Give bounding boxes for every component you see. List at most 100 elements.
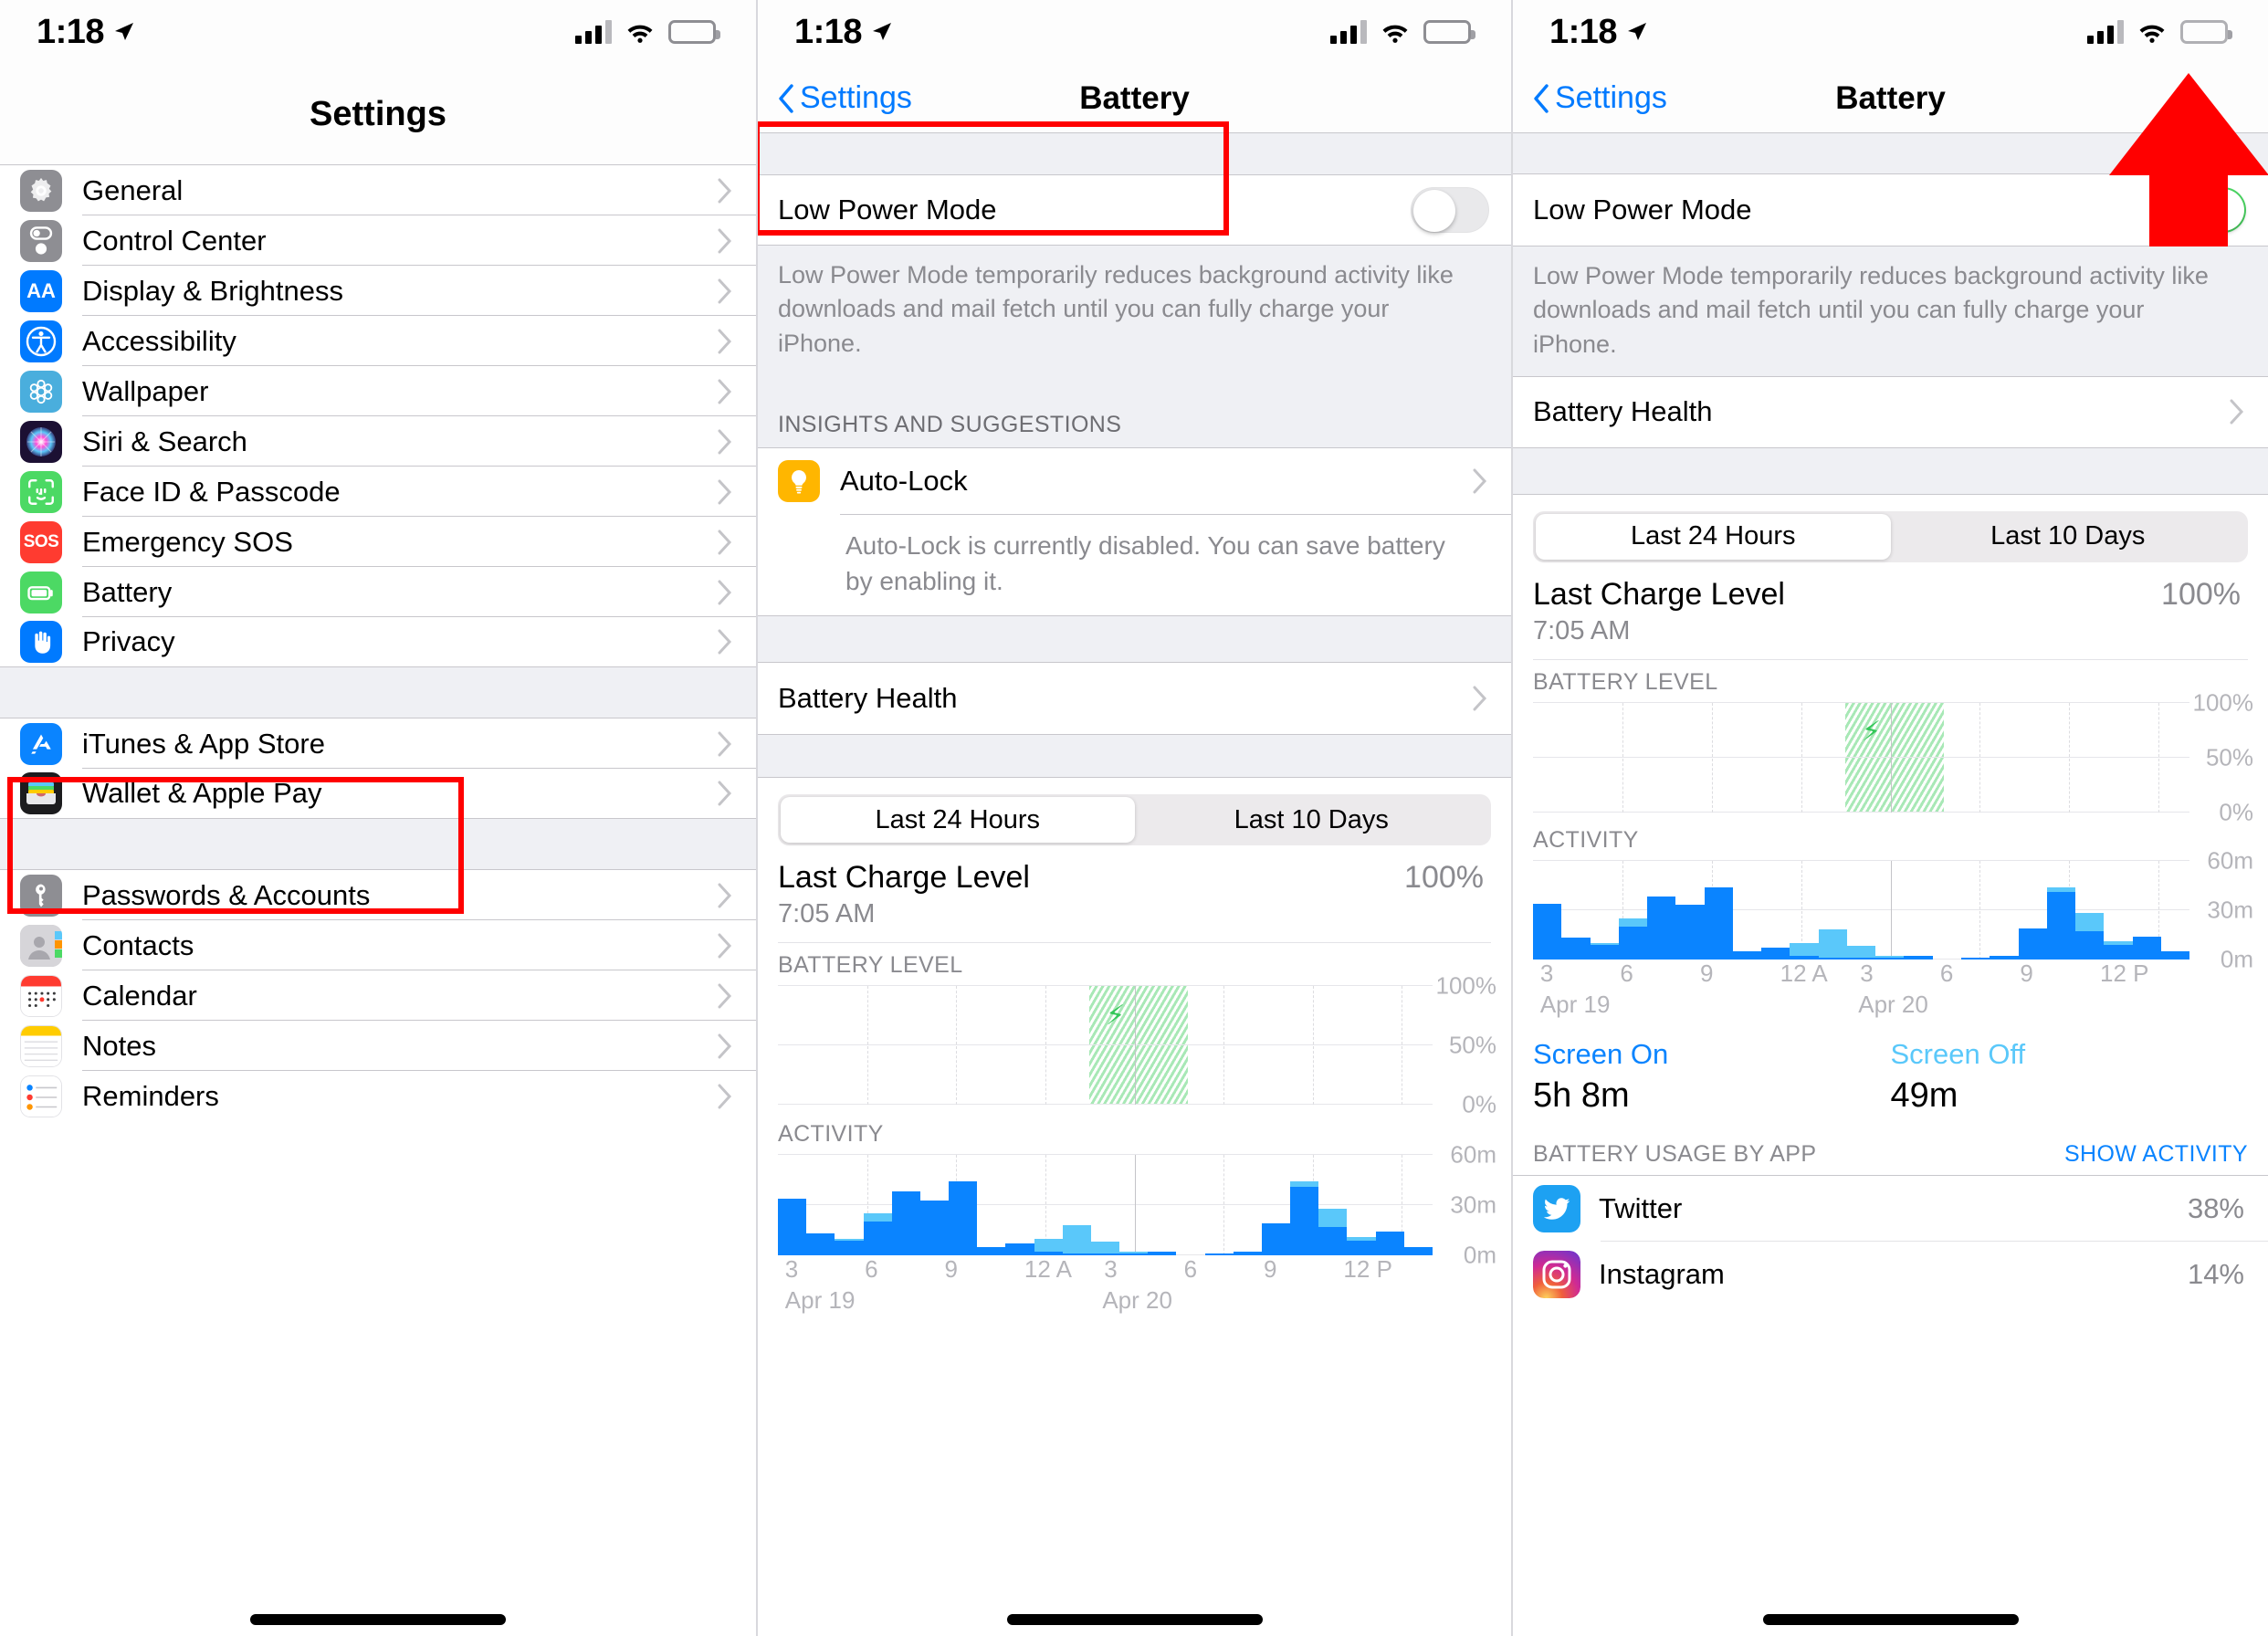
app-name: Instagram [1599, 1257, 1725, 1290]
segment-last-24-hours[interactable]: Last 24 Hours [781, 797, 1135, 844]
show-activity-button[interactable]: SHOW ACTIVITY [2064, 1141, 2248, 1168]
sidebar-item-display-brightness[interactable]: AA Display & Brightness [0, 266, 756, 316]
last-charge-level-label: Last Charge Level [1533, 576, 1785, 612]
battery-level-chart: BATTERY LEVEL 0% 50% 100% ⚡ [1513, 658, 2268, 825]
sidebar-item-label: Accessibility [82, 324, 236, 357]
low-power-mode-footnote: Low Power Mode temporarily reduces backg… [1533, 262, 2209, 358]
segment-last-10-days[interactable]: Last 10 Days [1135, 797, 1489, 843]
sidebar-item-label: Passwords & Accounts [82, 878, 371, 911]
chevron-right-icon [718, 933, 732, 958]
home-indicator [1762, 1614, 2019, 1625]
sidebar-item-face-id-passcode[interactable]: Face ID & Passcode [0, 467, 756, 517]
sidebar-item-wallet-apple-pay[interactable]: Wallet & Apple Pay [0, 769, 756, 819]
sidebar-item-control-center[interactable]: Control Center [0, 215, 756, 266]
list-item[interactable]: Instagram 14% [1513, 1241, 2268, 1307]
location-arrow-icon [1628, 23, 1647, 40]
low-power-mode-toggle[interactable] [1411, 187, 1489, 233]
x-axis-tick-label: 6 [865, 1255, 878, 1284]
sidebar-item-siri-search[interactable]: Siri & Search [0, 416, 756, 467]
auto-lock-row[interactable]: Auto-Lock [758, 446, 1511, 515]
screen-on-value: 5h 8m [1533, 1075, 1630, 1115]
time-range-segmented-control[interactable]: Last 24 Hours Last 10 Days [1533, 510, 2248, 562]
chevron-right-icon [718, 479, 732, 504]
battery-usage-header: BATTERY USAGE BY APP SHOW ACTIVITY [1513, 1121, 2268, 1175]
x-axis-tick-label: 12 P [2100, 959, 2149, 987]
status-bar-left: 1:18 [37, 13, 135, 52]
home-indicator [250, 1614, 506, 1625]
chevron-right-icon [718, 278, 732, 303]
status-bar-right [1330, 20, 1475, 44]
battery-level-caption: BATTERY LEVEL [778, 952, 963, 979]
sidebar-item-general[interactable]: General [0, 165, 756, 215]
sidebar-item-privacy[interactable]: Privacy [0, 617, 756, 667]
segment-last-10-days[interactable]: Last 10 Days [1891, 514, 2246, 560]
sidebar-item-wallpaper[interactable]: Wallpaper [0, 366, 756, 416]
wifi-icon [627, 25, 653, 43]
chevron-right-icon [1473, 686, 1487, 711]
settings-group-1: General Control Center AA Display & Brig… [0, 164, 756, 667]
panel-battery-low-power-off: 1:18 Settings Battery Low Power Mode Low… [756, 0, 1511, 1636]
red-up-arrow-annotation [2109, 73, 2268, 246]
sidebar-item-itunes-app-store[interactable]: iTunes & App Store [0, 718, 756, 769]
sidebar-item-calendar[interactable]: Calendar [0, 970, 756, 1021]
cellular-signal-icon [575, 20, 612, 44]
control-center-icon [20, 219, 62, 262]
sidebar-item-emergency-sos[interactable]: SOS Emergency SOS [0, 517, 756, 567]
app-percent: 38% [2187, 1191, 2244, 1224]
back-button-label: Settings [800, 80, 912, 115]
segment-last-24-hours[interactable]: Last 24 Hours [1536, 513, 1891, 560]
accessibility-icon [20, 320, 62, 362]
back-button[interactable]: Settings [1513, 80, 1667, 116]
axis-tick-label: 50% [1448, 1031, 1496, 1059]
location-arrow-icon [115, 23, 134, 40]
group-spacer [1513, 446, 2268, 495]
x-axis-tick-label: 12 A [1780, 959, 1828, 987]
activity-x-axis: 3 6 9 12 A 3 6 9 12 P [1533, 960, 2248, 991]
axis-tick-label: 30m [1450, 1190, 1496, 1219]
status-time: 1:18 [794, 12, 863, 51]
sidebar-item-reminders[interactable]: Reminders [0, 1071, 756, 1121]
wifi-icon [1382, 25, 1408, 43]
sidebar-item-label: Wallpaper [82, 374, 209, 407]
time-range-segmented-control[interactable]: Last 24 Hours Last 10 Days [778, 794, 1491, 846]
reminders-icon [20, 1075, 62, 1117]
auto-lock-description: Auto-Lock is currently disabled. You can… [758, 514, 1511, 616]
battery-health-row[interactable]: Battery Health [758, 663, 1511, 735]
sidebar-item-label: Emergency SOS [82, 525, 293, 558]
screen-time-summary: Screen On 5h 8m Screen Off 49m [1513, 1022, 2268, 1121]
status-time: 1:18 [1549, 12, 1618, 51]
axis-tick-label: 30m [2207, 896, 2253, 924]
group-spacer [758, 374, 1511, 397]
activity-day-axis: Apr 19 Apr 20 [1533, 991, 2248, 1022]
sidebar-item-battery[interactable]: Battery [0, 567, 756, 617]
axis-tick-label: 60m [2207, 846, 2253, 875]
list-item[interactable]: Twitter 38% [1513, 1174, 2268, 1242]
x-axis-tick-label: 3 [1539, 959, 1554, 987]
activity-chart: ACTIVITY 0m 30m 60m 3 6 9 12 A 3 6 9 12 P Apr 19 A… [1513, 813, 2268, 1022]
last-charge-time: 7:05 AM [778, 899, 876, 929]
x-axis-tick-label: 6 [1620, 959, 1633, 987]
chevron-right-icon [718, 580, 732, 604]
x-axis-tick-label: 3 [784, 1255, 799, 1284]
battery-health-row[interactable]: Battery Health [1513, 375, 2268, 447]
nav-bar-panel1: Settings [0, 64, 756, 164]
activity-chart: ACTIVITY 0m 30m 60m 3 6 9 12 A 3 6 9 12 P Apr 19 A… [758, 1105, 1511, 1317]
activity-caption: ACTIVITY [778, 1121, 884, 1148]
low-power-mode-row[interactable]: Low Power Mode [758, 174, 1511, 246]
chevron-right-icon [718, 178, 732, 203]
calendar-icon [20, 974, 62, 1017]
last-charge-level-label: Last Charge Level [778, 860, 1030, 896]
sidebar-item-label: Privacy [82, 625, 175, 657]
group-spacer [0, 819, 756, 869]
status-time: 1:18 [37, 12, 105, 51]
sidebar-item-accessibility[interactable]: Accessibility [0, 316, 756, 366]
back-button[interactable]: Settings [758, 80, 912, 116]
axis-tick-label: 50% [2205, 743, 2253, 771]
last-charge-percent: 100% [1404, 860, 1484, 896]
sidebar-item-contacts[interactable]: Contacts [0, 920, 756, 970]
sidebar-item-notes[interactable]: Notes [0, 1021, 756, 1071]
chevron-right-icon [718, 629, 732, 655]
charging-bolt-icon: ⚡ [1106, 1001, 1126, 1032]
sidebar-item-passwords-accounts[interactable]: Passwords & Accounts [0, 870, 756, 920]
low-power-mode-label: Low Power Mode [778, 194, 997, 225]
